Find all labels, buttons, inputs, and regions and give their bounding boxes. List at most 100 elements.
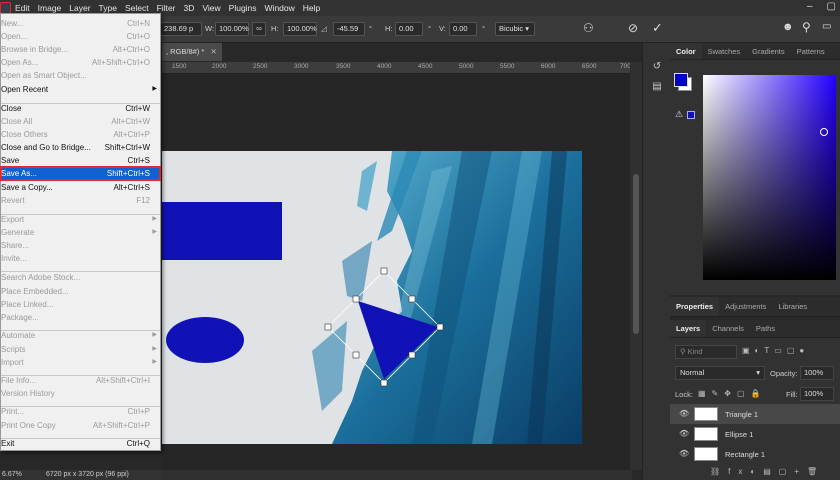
rectangle-shape[interactable] (162, 202, 282, 260)
file-menu-item[interactable]: Package... (1, 311, 160, 324)
layer-name[interactable]: Rectangle 1 (725, 450, 765, 459)
menu-window[interactable]: Window (261, 3, 299, 13)
file-menu-item[interactable]: Share... (1, 239, 160, 252)
close-tab-icon[interactable]: ✕ (210, 47, 216, 56)
tab-channels[interactable]: Channels (706, 320, 750, 337)
color-picker-field[interactable] (703, 75, 836, 280)
tab-properties[interactable]: Properties (670, 297, 720, 316)
file-menu-item[interactable]: Save As... Shift+Ctrl+S (0, 166, 161, 181)
file-menu-item[interactable]: Open... Ctrl+O (1, 30, 160, 43)
layer-filter-kind[interactable]: ⚲ Kind (675, 345, 737, 359)
file-menu-item[interactable]: Place Linked... (1, 298, 160, 311)
menu-item-shortcut: Alt+Shift+Ctrl+P (92, 421, 150, 430)
file-menu-item[interactable]: Close and Go to Bridge... Shift+Ctrl+W (1, 141, 160, 154)
minimize-icon[interactable]: – (807, 1, 813, 12)
menu-item-label: Print One Copy (1, 421, 56, 430)
layer-row[interactable]: 👁 Rectangle 1 (670, 444, 840, 464)
file-menu-item[interactable]: Revert F12 (1, 194, 160, 207)
interpolation-select[interactable]: Bicubic ▾ (495, 22, 535, 36)
blend-mode-select[interactable]: Normal ▾ (675, 366, 765, 380)
color-picker-cursor[interactable] (820, 128, 828, 136)
file-menu-item[interactable]: Open Recent ▶ (1, 83, 160, 96)
tab-patterns[interactable]: Patterns (791, 43, 831, 59)
layer-filter-icons[interactable]: ▣◐T▭▢● (742, 346, 809, 355)
layer-name[interactable]: Ellipse 1 (725, 430, 753, 439)
scroll-thumb[interactable] (633, 174, 639, 334)
tab-swatches[interactable]: Swatches (702, 43, 747, 59)
history-icon[interactable]: ↺ (651, 61, 663, 73)
horizontal-ruler: 1500 2000 2500 3000 3500 4000 4500 5000 … (162, 62, 634, 74)
cancel-transform-icon[interactable]: ⊘ (628, 21, 638, 35)
websafe-color-swatch[interactable] (687, 111, 695, 119)
x-position-field[interactable]: 238.69 p (160, 22, 202, 36)
layer-row[interactable]: 👁 Triangle 1 (670, 404, 840, 424)
tab-layers[interactable]: Layers (670, 320, 707, 337)
document-tab[interactable]: , RGB/8#) * ✕ (162, 43, 222, 61)
menu-plugins[interactable]: Plugins (225, 3, 261, 13)
file-menu-item[interactable]: Save Ctrl+S (1, 154, 160, 167)
menu-item-label: Close All (1, 117, 33, 126)
file-menu-item[interactable]: Invite... (1, 252, 160, 265)
angle-field[interactable]: -45.59 (333, 22, 365, 36)
file-menu-item[interactable]: Import ▶ (1, 356, 160, 369)
file-menu-item[interactable]: Scripts ▶ (1, 343, 160, 356)
layer-row[interactable]: 👁 Ellipse 1 (670, 424, 840, 444)
account-icon[interactable]: ☻ (782, 21, 794, 33)
layers-panel: Layers Channels Paths ⚲ Kind ▣◐T▭▢● Norm… (670, 320, 840, 480)
link-icon[interactable]: ∞ (252, 22, 266, 36)
warning-icon[interactable]: ⚠ (675, 109, 683, 120)
file-menu-item[interactable]: Open As... Alt+Shift+Ctrl+O (1, 56, 160, 69)
file-menu-item[interactable]: Search Adobe Stock... (1, 271, 160, 284)
tab-color[interactable]: Color (670, 43, 702, 59)
h-skew-field[interactable]: 0.00 (395, 22, 423, 36)
search-icon[interactable]: ⚲ (802, 20, 811, 34)
document-canvas[interactable] (162, 151, 582, 444)
menu-layer[interactable]: Layer (65, 3, 94, 13)
opacity-field[interactable]: 100% (800, 366, 834, 380)
menu-view[interactable]: View (198, 3, 224, 13)
tab-libraries[interactable]: Libraries (772, 297, 813, 316)
visibility-eye-icon[interactable]: 👁 (679, 409, 689, 419)
file-menu-item[interactable]: Browse in Bridge... Alt+Ctrl+O (1, 43, 160, 56)
tab-adjustments[interactable]: Adjustments (719, 297, 772, 316)
tab-gradients[interactable]: Gradients (746, 43, 791, 59)
file-menu-item[interactable]: Print One Copy Alt+Shift+Ctrl+P (1, 419, 160, 432)
layer-footer-icons[interactable]: ⛓fx◐▤▢+🗑 (710, 467, 825, 476)
commit-transform-icon[interactable]: ✓ (652, 20, 663, 36)
visibility-eye-icon[interactable]: 👁 (679, 449, 689, 459)
vertical-scrollbar[interactable] (630, 62, 642, 470)
visibility-eye-icon[interactable]: 👁 (679, 429, 689, 439)
file-menu-item[interactable]: Close Others Alt+Ctrl+P (1, 128, 160, 141)
horizontal-scrollbar[interactable] (162, 470, 632, 480)
height-field[interactable]: 100.00% (283, 22, 317, 36)
workspace-icon[interactable]: ▭ (822, 21, 831, 32)
file-menu-item[interactable]: Close All Alt+Ctrl+W (1, 115, 160, 128)
v-skew-field[interactable]: 0.00 (449, 22, 477, 36)
comments-icon[interactable]: ▤ (651, 81, 663, 93)
ellipse-shape[interactable] (166, 317, 244, 363)
file-menu-item[interactable]: Place Embedded... (1, 285, 160, 298)
menu-select[interactable]: Select (121, 3, 153, 13)
zoom-level[interactable]: 6.67% (2, 471, 22, 478)
document-tab-label: , RGB/8#) * (166, 47, 205, 56)
submenu-arrow-icon: ▶ (152, 86, 157, 92)
foreground-color-swatch[interactable] (674, 73, 688, 87)
maximize-icon[interactable]: ▢ (827, 1, 836, 12)
width-field[interactable]: 100.00% (215, 22, 249, 36)
warp-icon[interactable]: ⚇ (583, 21, 594, 35)
file-menu-item[interactable]: Open as Smart Object... (1, 69, 160, 82)
menu-edit[interactable]: Edit (11, 3, 34, 13)
lock-icons[interactable]: ▦✎✥▢🔒 (698, 389, 766, 398)
menu-type[interactable]: Type (95, 3, 121, 13)
fill-field[interactable]: 100% (800, 387, 834, 401)
menu-3d[interactable]: 3D (180, 3, 199, 13)
menu-filter[interactable]: Filter (153, 3, 180, 13)
file-menu-item[interactable]: Version History (1, 387, 160, 400)
menu-image[interactable]: Image (34, 3, 66, 13)
layer-name[interactable]: Triangle 1 (725, 410, 758, 419)
file-menu-item[interactable]: Generate ▶ (1, 226, 160, 239)
menu-help[interactable]: Help (299, 3, 324, 13)
file-menu-item[interactable]: New... Ctrl+N (1, 17, 160, 30)
file-menu-item[interactable]: Save a Copy... Alt+Ctrl+S (1, 181, 160, 194)
tab-paths[interactable]: Paths (750, 320, 781, 337)
